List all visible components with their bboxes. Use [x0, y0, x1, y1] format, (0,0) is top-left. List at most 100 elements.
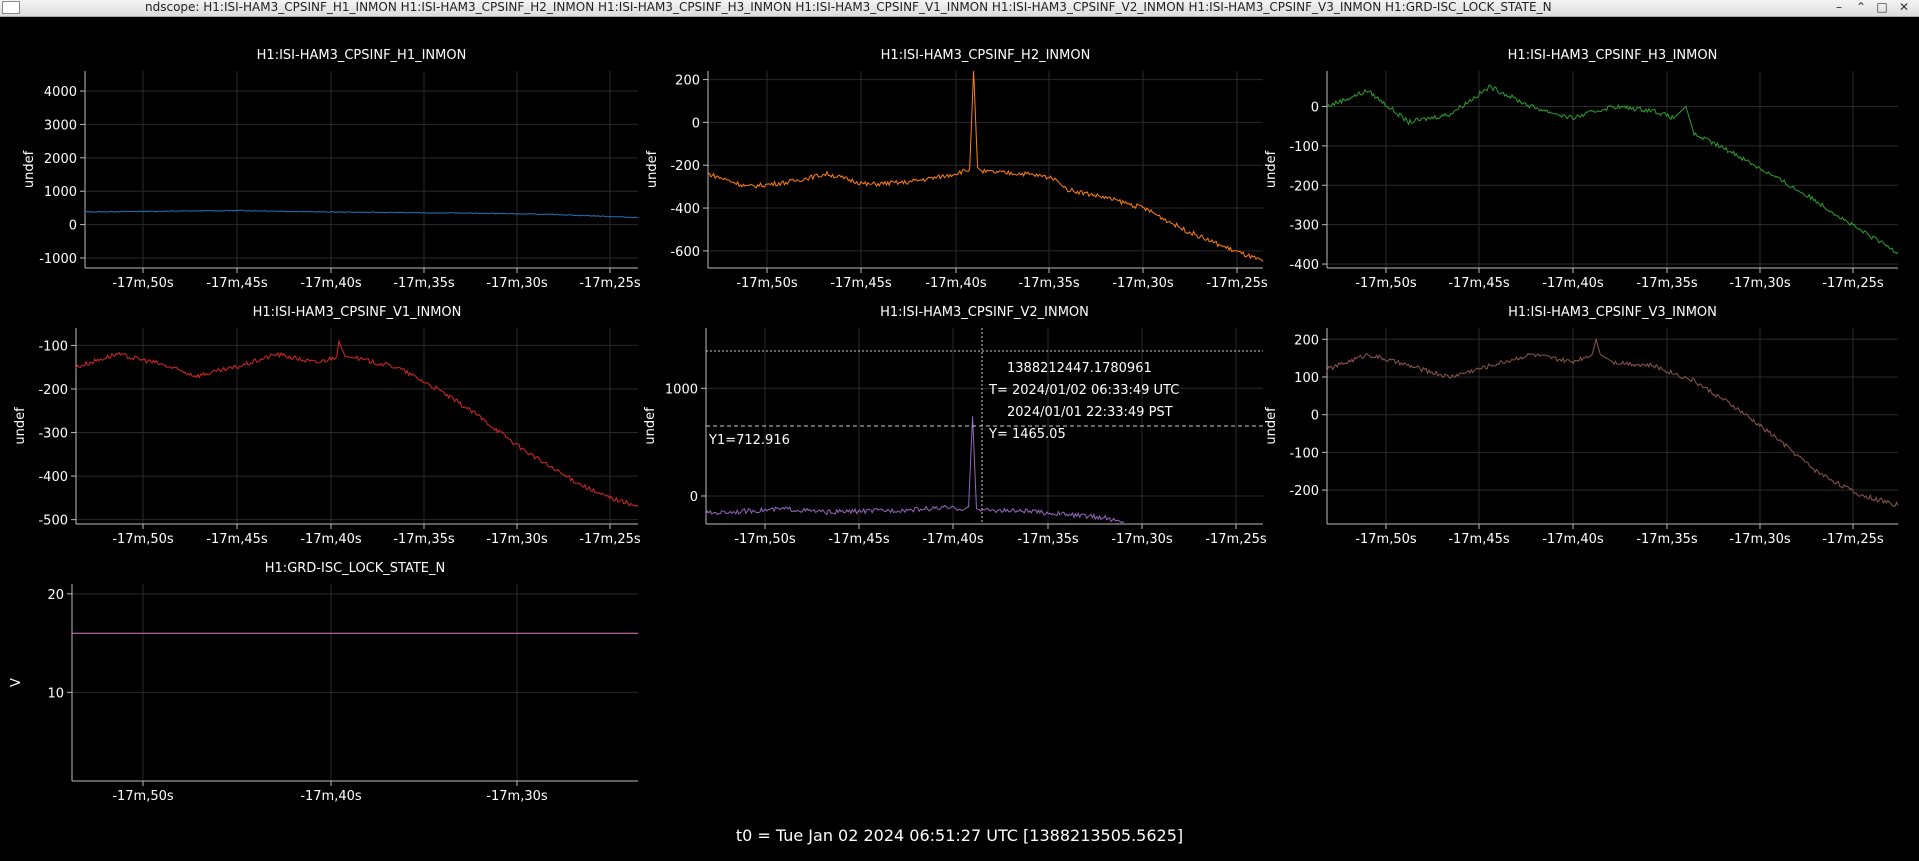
- x-tick-label: -17m,25s: [1206, 276, 1268, 291]
- y-tick-label: 2000: [44, 152, 77, 167]
- x-tick-label: -17m,30s: [1112, 276, 1174, 291]
- x-tick-label: -17m,25s: [579, 276, 641, 291]
- y-tick-label: 200: [675, 74, 700, 89]
- y-tick-label: -600: [670, 245, 700, 260]
- plot-title: H1:ISI-HAM3_CPSINF_V2_INMON: [880, 305, 1089, 320]
- x-tick-label: -17m,50s: [734, 532, 796, 547]
- x-tick-label: -17m,35s: [1636, 276, 1698, 291]
- y-tick-label: 1000: [665, 382, 698, 397]
- y-tick-label: 3000: [44, 118, 77, 133]
- x-tick-label: -17m,25s: [579, 532, 641, 547]
- app-icon: [2, 1, 20, 14]
- plot-h1-isi-ham3-cpsinf-v1-inmon[interactable]: H1:ISI-HAM3_CPSINF_V1_INMONundef -17m,50s…: [13, 305, 641, 547]
- y-tick-label: -200: [38, 383, 68, 398]
- plot-title: H1:GRD-ISC_LOCK_STATE_N: [265, 561, 445, 576]
- cursor-utc-time: T= 2024/01/02 06:33:49 UTC: [988, 383, 1179, 398]
- y-tick-label: -200: [670, 159, 700, 174]
- x-tick-label: -17m,45s: [830, 276, 892, 291]
- plot-title: H1:ISI-HAM3_CPSINF_H1_INMON: [257, 48, 467, 63]
- x-tick-label: -17m,40s: [300, 532, 362, 547]
- y1-value-label: Y1=712.916: [708, 433, 790, 448]
- trace-line: [707, 70, 1264, 262]
- close-button[interactable]: ✕: [1895, 0, 1913, 16]
- plot-h1-isi-ham3-cpsinf-h3-inmon[interactable]: H1:ISI-HAM3_CPSINF_H3_INMONundef -17m,50s…: [1264, 48, 1899, 291]
- y-tick-label: 1000: [44, 185, 77, 200]
- y-tick-label: -100: [1289, 140, 1319, 155]
- y-tick-label: -300: [1289, 219, 1319, 234]
- x-tick-label: -17m,40s: [1542, 276, 1604, 291]
- y-axis-label: undef: [645, 150, 660, 188]
- x-tick-label: -17m,50s: [1355, 276, 1417, 291]
- x-tick-label: -17m,50s: [1355, 532, 1417, 547]
- y-tick-label: -400: [670, 202, 700, 217]
- plot-h1-isi-ham3-cpsinf-v3-inmon[interactable]: H1:ISI-HAM3_CPSINF_V3_INMONundef -17m,50s…: [1264, 305, 1899, 547]
- y-value-label: Y= 1465.05: [988, 427, 1066, 442]
- y-tick-label: -100: [1289, 446, 1319, 461]
- y-tick-label: 0: [1311, 100, 1319, 115]
- y-tick-label: 20: [47, 588, 64, 603]
- t0-label: t0 = Tue Jan 02 2024 06:51:27 UTC [13882…: [735, 826, 1184, 845]
- plot-title: H1:ISI-HAM3_CPSINF_H2_INMON: [881, 48, 1091, 63]
- window-title: ndscope: H1:ISI-HAM3_CPSINF_H1_INMON H1:…: [145, 0, 1552, 14]
- x-tick-label: -17m,40s: [925, 276, 987, 291]
- minimize-button[interactable]: –: [1830, 0, 1848, 16]
- window-titlebar: ndscope: H1:ISI-HAM3_CPSINF_H1_INMON H1:…: [0, 0, 1919, 17]
- x-tick-label: -17m,45s: [828, 532, 890, 547]
- x-tick-label: -17m,35s: [1017, 532, 1079, 547]
- y-tick-label: -1000: [39, 252, 77, 267]
- x-tick-label: -17m,45s: [206, 532, 268, 547]
- y-tick-label: -200: [1289, 179, 1319, 194]
- x-tick-label: -17m,35s: [1018, 276, 1080, 291]
- x-tick-label: -17m,30s: [486, 789, 548, 804]
- x-tick-label: -17m,30s: [486, 532, 548, 547]
- plot-title: H1:ISI-HAM3_CPSINF_V3_INMON: [1508, 305, 1717, 320]
- x-tick-label: -17m,30s: [1729, 532, 1791, 547]
- trace-line: [1326, 337, 1899, 507]
- y-axis-label: undef: [13, 407, 28, 445]
- trace-line: [1326, 84, 1899, 255]
- y-tick-label: 200: [1294, 333, 1319, 348]
- x-tick-label: -17m,25s: [1822, 532, 1884, 547]
- x-tick-label: -17m,50s: [736, 276, 798, 291]
- y-tick-label: 100: [1294, 371, 1319, 386]
- x-tick-label: -17m,30s: [1111, 532, 1173, 547]
- y-tick-label: -200: [1289, 484, 1319, 499]
- y-axis-label: undef: [643, 407, 658, 445]
- y-axis-label: undef: [22, 150, 37, 188]
- plot-title: H1:ISI-HAM3_CPSINF_H3_INMON: [1508, 48, 1718, 63]
- y-tick-label: 0: [69, 219, 77, 234]
- y-axis-label: undef: [1264, 407, 1279, 445]
- trace-line: [75, 339, 639, 508]
- x-tick-label: -17m,50s: [112, 789, 174, 804]
- y-tick-label: -100: [38, 339, 68, 354]
- y-axis-label: V: [9, 678, 24, 687]
- x-tick-label: -17m,45s: [1448, 276, 1510, 291]
- plot-h1-grd-isc-lock-state-n[interactable]: H1:GRD-ISC_LOCK_STATE_N V -17m,50s -17m,40s…: [9, 561, 638, 804]
- x-tick-label: -17m,30s: [486, 276, 548, 291]
- y-axis-label: undef: [1264, 150, 1279, 188]
- x-tick-label: -17m,35s: [1636, 532, 1698, 547]
- maximize-button[interactable]: □: [1873, 0, 1891, 16]
- restore-button[interactable]: ⌃: [1852, 0, 1870, 16]
- cursor-overlay[interactable]: 1388212447.1780961 T= 2024/01/02 06:33:49…: [706, 328, 1263, 524]
- y-tick-label: 10: [47, 686, 64, 701]
- plot-h1-isi-ham3-cpsinf-h2-inmon[interactable]: H1:ISI-HAM3_CPSINF_H2_INMONundef -17m,50s…: [645, 48, 1268, 291]
- plot-title: H1:ISI-HAM3_CPSINF_V1_INMON: [253, 305, 462, 320]
- plot-h1-isi-ham3-cpsinf-h1-inmon[interactable]: H1:ISI-HAM3_CPSINF_H1_INMONundef -17m,50s…: [22, 48, 641, 291]
- y-tick-label: -400: [38, 470, 68, 485]
- x-tick-label: -17m,40s: [1542, 532, 1604, 547]
- x-tick-label: -17m,40s: [300, 276, 362, 291]
- cursor-gps-time: 1388212447.1780961: [1007, 361, 1152, 376]
- x-tick-label: -17m,35s: [393, 276, 455, 291]
- x-tick-label: -17m,40s: [922, 532, 984, 547]
- x-tick-label: -17m,40s: [300, 789, 362, 804]
- plot-area[interactable]: H1:ISI-HAM3_CPSINF_H1_INMONundef -17m,50s…: [0, 16, 1919, 861]
- x-tick-label: -17m,35s: [393, 532, 455, 547]
- x-tick-label: -17m,30s: [1729, 276, 1791, 291]
- x-tick-label: -17m,45s: [206, 276, 268, 291]
- trace-line: [84, 209, 638, 219]
- y-tick-label: -500: [38, 514, 68, 529]
- x-tick-label: -17m,25s: [1822, 276, 1884, 291]
- x-tick-label: -17m,50s: [112, 276, 174, 291]
- y-tick-label: 4000: [44, 85, 77, 100]
